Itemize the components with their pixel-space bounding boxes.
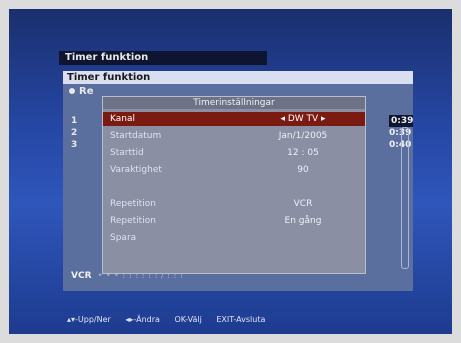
setting-start-time-value[interactable]: 12 : 05 <box>248 146 358 160</box>
scrollbar[interactable] <box>401 127 409 269</box>
help-change: ◂▸-Ändra <box>125 315 160 324</box>
timer-settings-dialog: Timerinställningar Kanal ◂ DW TV ▸ Start… <box>102 96 366 274</box>
tv-screen: Timer funktion Timer funktion Re 1 2 3 0… <box>9 9 452 334</box>
setting-channel[interactable]: Kanal ◂ DW TV ▸ <box>103 112 365 126</box>
panel-subtitle: Re <box>69 86 93 97</box>
setting-repetition2-label: Repetition <box>110 216 156 226</box>
window-title: Timer funktion <box>59 51 267 65</box>
setting-repetition-once[interactable]: Repetition En gång <box>103 214 365 228</box>
timer-time-1: 0:39 <box>389 115 414 127</box>
bullet-icon <box>69 88 75 94</box>
help-ok: OK-Välj <box>174 315 202 324</box>
setting-duration[interactable]: Varaktighet 90 <box>103 163 365 177</box>
panel-title: Timer funktion <box>63 71 413 84</box>
timer-row-2[interactable]: 2 <box>71 127 77 139</box>
setting-repetition-vcr[interactable]: Repetition VCR <box>103 197 365 211</box>
setting-start-time-label: Starttid <box>110 148 144 158</box>
help-exit: EXIT-Avsluta <box>216 315 266 324</box>
timer-row-numbers: 1 2 3 <box>71 115 77 151</box>
setting-repetition2-value[interactable]: En gång <box>248 214 358 228</box>
timer-row-3[interactable]: 3 <box>71 139 77 151</box>
setting-start-time[interactable]: Starttid 12 : 05 <box>103 146 365 160</box>
setting-channel-label: Kanal <box>110 114 135 124</box>
panel-subtitle-text: Re <box>79 86 94 97</box>
setting-repetition-label: Repetition <box>110 199 156 209</box>
setting-start-date-value[interactable]: Jan/1/2005 <box>248 129 358 143</box>
save-label: Spara <box>110 233 137 243</box>
setting-repetition-value[interactable]: VCR <box>248 197 358 211</box>
help-up-down: ▴▾-Upp/Ner <box>67 315 111 324</box>
save-button[interactable]: Spara <box>103 231 365 245</box>
setting-start-date[interactable]: Startdatum Jan/1/2005 <box>103 129 365 143</box>
timer-row-1[interactable]: 1 <box>71 115 77 127</box>
dialog-title: Timerinställningar <box>103 97 365 109</box>
setting-channel-value[interactable]: ◂ DW TV ▸ <box>248 112 358 126</box>
setting-start-date-label: Startdatum <box>110 131 162 141</box>
setting-duration-label: Varaktighet <box>110 165 162 175</box>
vcr-label: VCR <box>71 271 92 281</box>
setting-duration-value[interactable]: 90 <box>248 163 358 177</box>
help-bar: ▴▾-Upp/Ner ◂▸-Ändra OK-Välj EXIT-Avsluta <box>67 315 277 324</box>
setting-disabled <box>103 180 365 194</box>
